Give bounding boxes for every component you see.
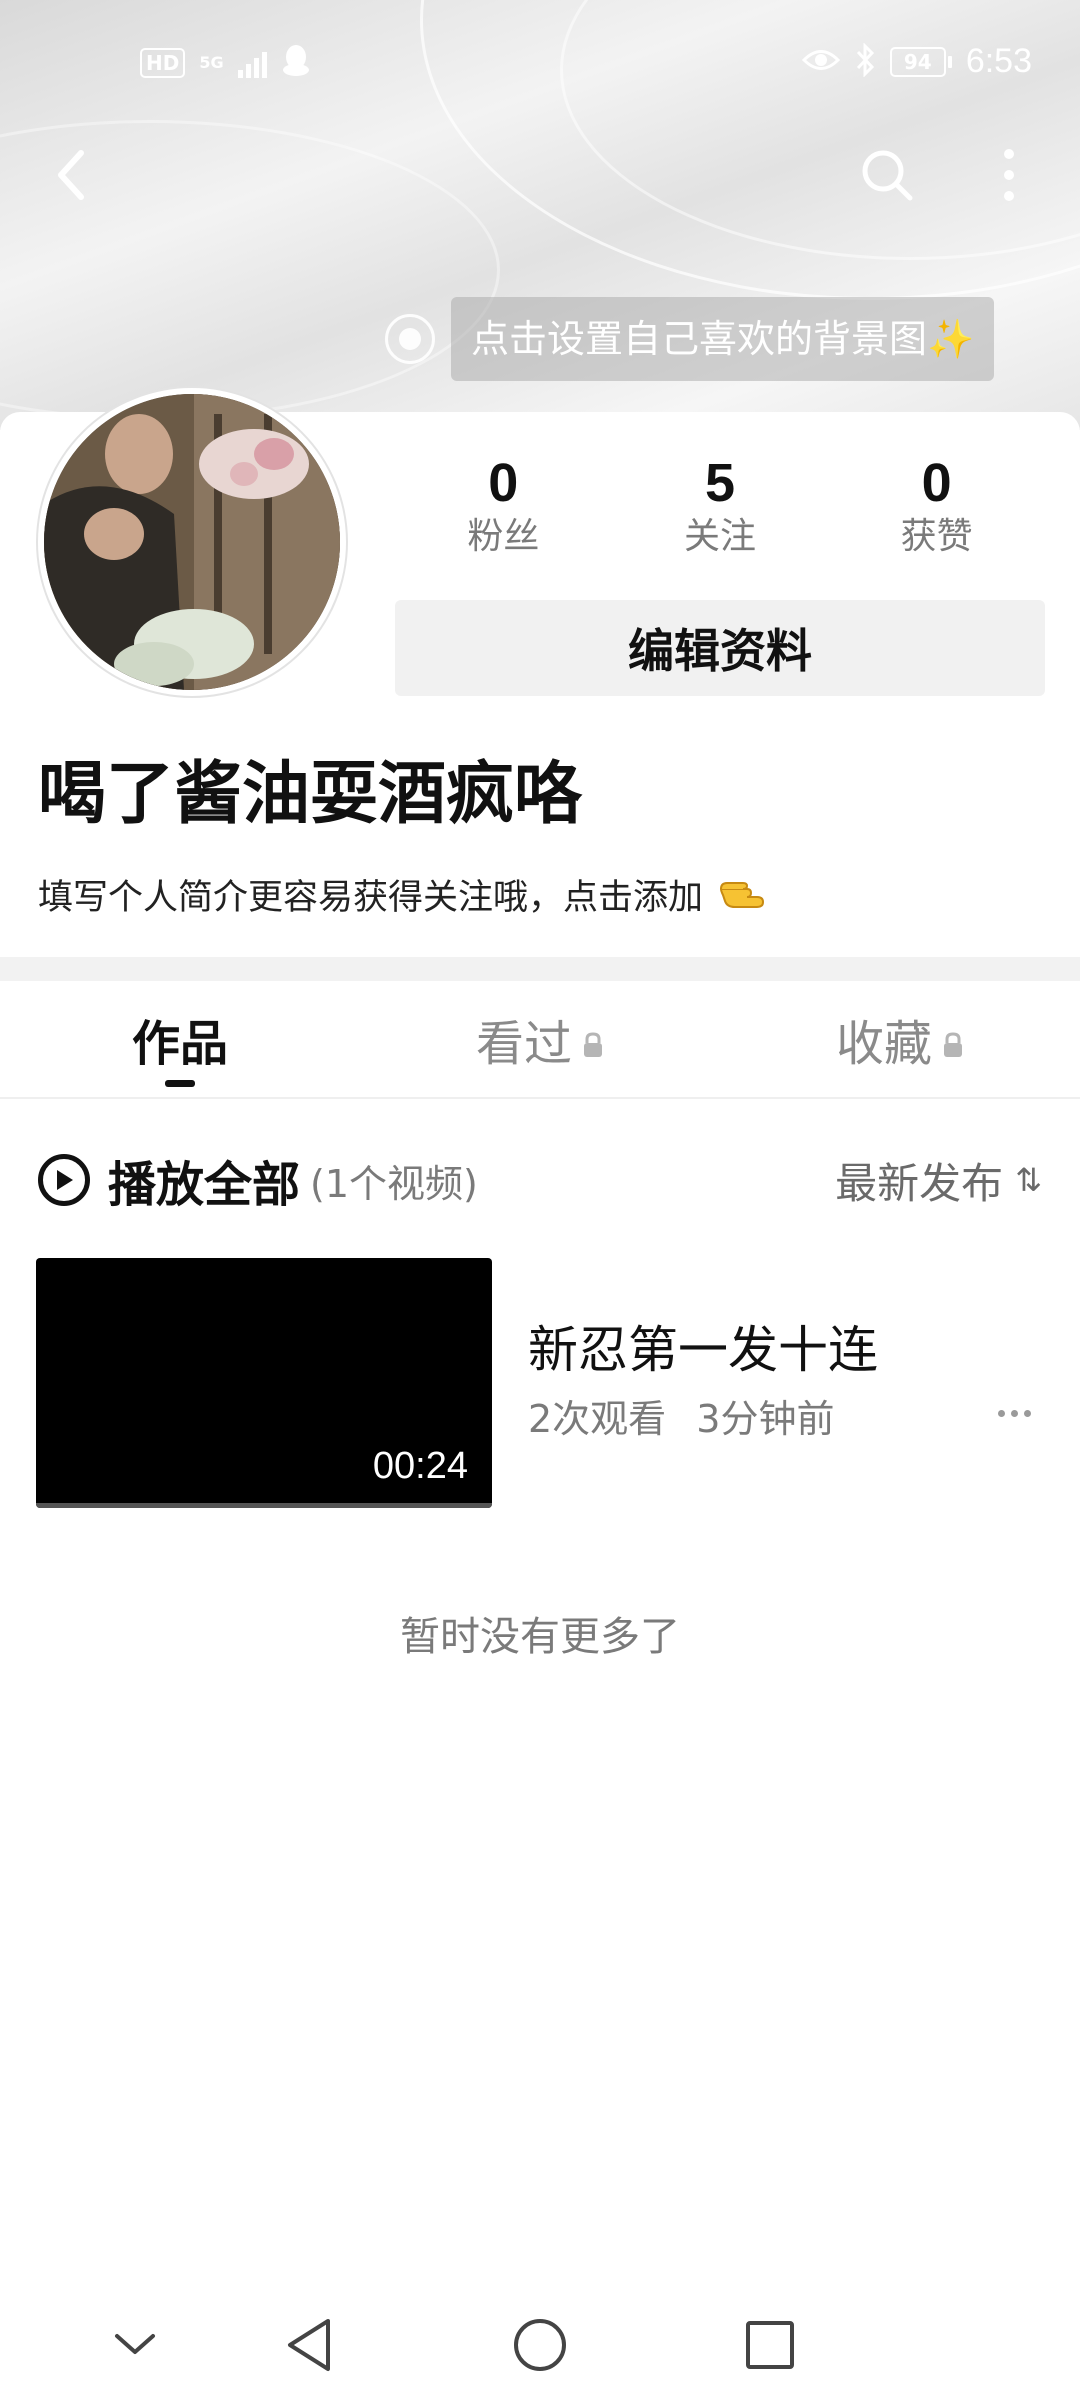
set-background-label: 点击设置自己喜欢的背景图✨ — [451, 297, 995, 381]
stat-label: 关注 — [683, 516, 756, 557]
stat-followers[interactable]: 0 粉丝 — [423, 452, 583, 560]
play-circle-icon[interactable] — [38, 1154, 90, 1206]
tab-label: 收藏 — [835, 1016, 932, 1072]
video-meta: 2次观看 3分钟前 — [528, 1388, 834, 1443]
avatar-image — [44, 394, 340, 690]
tab-favorites[interactable]: 收藏 — [720, 981, 1080, 1097]
hd-badge: HD — [140, 48, 186, 78]
username: 喝了酱油耍酒疯咯 — [38, 755, 583, 834]
chevron-down-icon — [115, 2334, 155, 2354]
signal-icon — [237, 48, 267, 78]
search-icon — [862, 150, 913, 201]
section-divider — [0, 957, 1080, 981]
nav-back-button[interactable] — [274, 2310, 344, 2380]
video-count: (1个视频) — [310, 1161, 478, 1206]
video-more-button[interactable] — [984, 1388, 1044, 1438]
nav-recents-button[interactable] — [735, 2310, 805, 2380]
tab-works[interactable]: 作品 — [0, 981, 360, 1097]
list-item[interactable]: 00:24 新忍第一发十连 2次观看 3分钟前 — [36, 1258, 1044, 1508]
profile-stats: 0 粉丝 5 关注 0 获赞 — [395, 452, 1045, 560]
play-all-button[interactable]: 播放全部 — [108, 1145, 300, 1215]
video-thumbnail[interactable]: 00:24 — [36, 1258, 492, 1508]
ellipsis-icon — [997, 1409, 1005, 1417]
thumbnail-progress-bar — [36, 1503, 492, 1508]
square-recents-icon — [746, 2321, 794, 2369]
bio-text: 填写个人简介更容易获得关注哦，点击添加 — [38, 878, 704, 918]
more-vertical-icon — [1004, 149, 1014, 201]
edit-profile-button[interactable]: 编辑资料 — [395, 600, 1045, 696]
stat-value: 5 — [704, 453, 735, 513]
network-type: 5G — [199, 53, 224, 72]
video-time: 3分钟前 — [696, 1397, 835, 1441]
sort-icon: ⇅ — [1015, 1161, 1042, 1199]
lock-icon — [582, 1014, 604, 1070]
status-bar: HD 5G 94 6:53 — [0, 0, 1080, 130]
content-tabs: 作品 看过 收藏 — [0, 981, 1080, 1099]
qq-icon — [281, 44, 311, 82]
status-left: HD 5G — [140, 44, 311, 82]
stat-following[interactable]: 5 关注 — [640, 452, 800, 560]
record-icon — [385, 314, 435, 364]
sort-label: 最新发布 — [835, 1158, 1004, 1208]
stat-value: 0 — [488, 453, 519, 513]
video-views: 2次观看 — [528, 1397, 667, 1441]
circle-home-icon — [514, 2319, 566, 2371]
nav-home-button[interactable] — [505, 2310, 575, 2380]
pointing-hand-icon — [717, 868, 767, 928]
bluetooth-icon — [854, 41, 876, 81]
tab-label: 看过 — [475, 1016, 572, 1072]
stat-label: 粉丝 — [467, 516, 540, 557]
no-more-content: 暂时没有更多了 — [400, 1614, 680, 1660]
more-menu-button[interactable] — [974, 140, 1044, 210]
lock-icon — [942, 1014, 964, 1070]
back-button[interactable] — [36, 140, 106, 210]
triangle-back-icon — [288, 2319, 330, 2371]
list-header: 播放全部 (1个视频) 最新发布 ⇅ — [38, 1140, 1042, 1220]
status-right: 94 6:53 — [801, 41, 1032, 81]
tab-label: 作品 — [131, 1016, 228, 1072]
set-background-hint[interactable]: 点击设置自己喜欢的背景图✨ — [385, 296, 995, 382]
bio[interactable]: 填写个人简介更容易获得关注哦，点击添加 — [38, 868, 767, 928]
video-title[interactable]: 新忍第一发十连 — [528, 1310, 878, 1382]
video-duration: 00:24 — [372, 1445, 468, 1487]
search-button[interactable] — [852, 140, 922, 210]
avatar[interactable] — [38, 388, 346, 696]
eye-icon — [801, 47, 840, 77]
stat-value: 0 — [921, 453, 952, 513]
stat-likes[interactable]: 0 获赞 — [857, 452, 1017, 560]
back-arrow-icon — [58, 150, 84, 200]
system-navigation-bar — [0, 2280, 1080, 2400]
battery-icon: 94 — [889, 46, 952, 77]
tab-watched[interactable]: 看过 — [360, 981, 720, 1097]
hide-nav-button[interactable] — [100, 2310, 170, 2380]
sort-button[interactable]: 最新发布 ⇅ — [835, 1150, 1042, 1211]
battery-level: 94 — [889, 46, 946, 77]
clock: 6:53 — [965, 42, 1032, 80]
stat-label: 获赞 — [900, 516, 973, 557]
